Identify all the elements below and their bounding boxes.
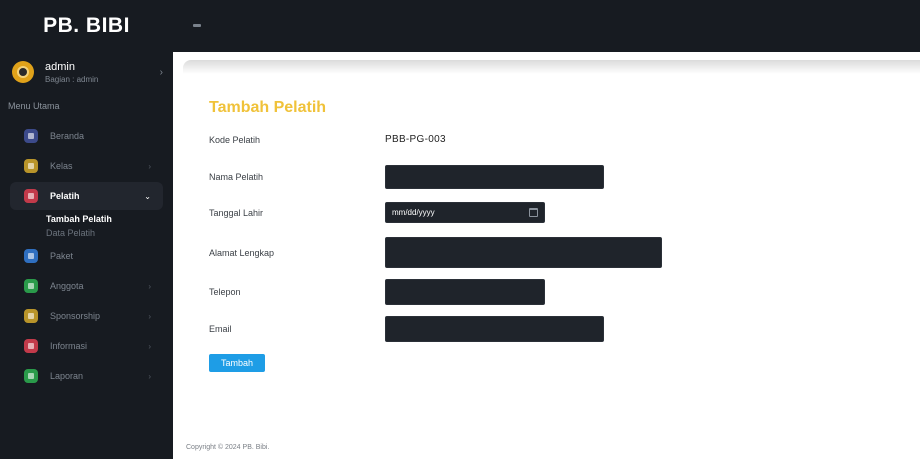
page-title: Tambah Pelatih bbox=[209, 99, 327, 116]
telepon-input[interactable] bbox=[385, 279, 545, 305]
email-label: Email bbox=[209, 324, 232, 334]
nama-input[interactable] bbox=[385, 165, 604, 189]
kode-label: Kode Pelatih bbox=[209, 134, 261, 145]
form-row-nama: Nama Pelatih bbox=[209, 165, 604, 189]
top-bar bbox=[173, 0, 920, 52]
form-row-tanggal: Tanggal Lahir mm/dd/yyyy bbox=[209, 202, 545, 223]
tanggal-label: Tanggal Lahir bbox=[209, 207, 264, 218]
tanggal-input[interactable]: mm/dd/yyyy bbox=[385, 202, 545, 223]
sidebar-nav: Beranda Kelas › Pelatih ⌄ Tambah Pelatih… bbox=[0, 122, 173, 390]
sidebar-subitem-data-pelatih[interactable]: Data Pelatih bbox=[0, 226, 173, 240]
sidebar-item-label: Paket bbox=[50, 251, 74, 261]
sidebar-item-label: Sponsorship bbox=[50, 311, 101, 321]
info-icon bbox=[24, 339, 38, 353]
form-row-email: Email bbox=[209, 316, 604, 342]
sidebar: PB. BIBI admin Bagian : admin › Menu Uta… bbox=[0, 0, 173, 459]
chevron-right-icon: › bbox=[148, 161, 151, 171]
chevron-right-icon: › bbox=[159, 66, 163, 78]
sidebar-subitem-tambah-pelatih[interactable]: Tambah Pelatih bbox=[0, 212, 173, 226]
menu-header: Menu Utama bbox=[8, 101, 60, 111]
user-name: admin bbox=[45, 60, 75, 73]
sidebar-item-informasi[interactable]: Informasi › bbox=[10, 332, 163, 360]
form-row-kode: Kode Pelatih PBB-PG-003 bbox=[209, 134, 446, 145]
sidebar-item-pelatih[interactable]: Pelatih ⌄ bbox=[10, 182, 163, 210]
sidebar-item-label: Pelatih bbox=[50, 191, 80, 201]
sidebar-toggle-icon[interactable] bbox=[193, 24, 201, 27]
sidebar-item-anggota[interactable]: Anggota › bbox=[10, 272, 163, 300]
tambah-button[interactable]: Tambah bbox=[209, 354, 265, 372]
tanggal-placeholder: mm/dd/yyyy bbox=[392, 208, 435, 217]
form-row-alamat: Alamat Lengkap bbox=[209, 237, 662, 268]
sidebar-item-sponsorship[interactable]: Sponsorship › bbox=[10, 302, 163, 330]
home-icon bbox=[24, 129, 38, 143]
brand-logo[interactable]: PB. BIBI bbox=[0, 0, 173, 52]
sidebar-item-paket[interactable]: Paket bbox=[10, 242, 163, 270]
email-input[interactable] bbox=[385, 316, 604, 342]
form-row-telepon: Telepon bbox=[209, 279, 545, 305]
card-top-shadow bbox=[183, 60, 920, 74]
sidebar-item-kelas[interactable]: Kelas › bbox=[10, 152, 163, 180]
sidebar-item-beranda[interactable]: Beranda bbox=[10, 122, 163, 150]
alamat-label: Alamat Lengkap bbox=[209, 247, 275, 258]
alamat-textarea[interactable] bbox=[385, 237, 662, 268]
chevron-right-icon: › bbox=[148, 341, 151, 351]
coach-icon bbox=[24, 189, 38, 203]
telepon-label: Telepon bbox=[209, 287, 241, 297]
report-icon bbox=[24, 369, 38, 383]
sidebar-item-label: Informasi bbox=[50, 341, 88, 351]
footer-copyright: Copyright © 2024 PB. Bibi. bbox=[186, 444, 270, 451]
sidebar-item-laporan[interactable]: Laporan › bbox=[10, 362, 163, 390]
package-icon bbox=[24, 249, 38, 263]
sidebar-item-label: Kelas bbox=[50, 161, 73, 171]
sidebar-item-label: Laporan bbox=[50, 371, 84, 381]
members-icon bbox=[24, 279, 38, 293]
nama-label: Nama Pelatih bbox=[209, 172, 264, 182]
calendar-icon[interactable] bbox=[529, 208, 538, 217]
class-icon bbox=[24, 159, 38, 173]
chevron-right-icon: › bbox=[148, 371, 151, 381]
kode-value: PBB-PG-003 bbox=[385, 134, 446, 145]
avatar bbox=[12, 61, 34, 83]
sidebar-item-label: Beranda bbox=[50, 131, 85, 141]
chevron-right-icon: › bbox=[148, 281, 151, 291]
main-content: Tambah Pelatih Kode Pelatih PBB-PG-003 N… bbox=[173, 52, 920, 459]
chevron-down-icon: ⌄ bbox=[144, 191, 151, 201]
user-role: Bagian : admin bbox=[45, 74, 99, 84]
sidebar-item-label: Anggota bbox=[50, 281, 84, 291]
user-panel[interactable]: admin Bagian : admin › bbox=[0, 52, 173, 92]
chevron-right-icon: › bbox=[148, 311, 151, 321]
sponsor-icon bbox=[24, 309, 38, 323]
